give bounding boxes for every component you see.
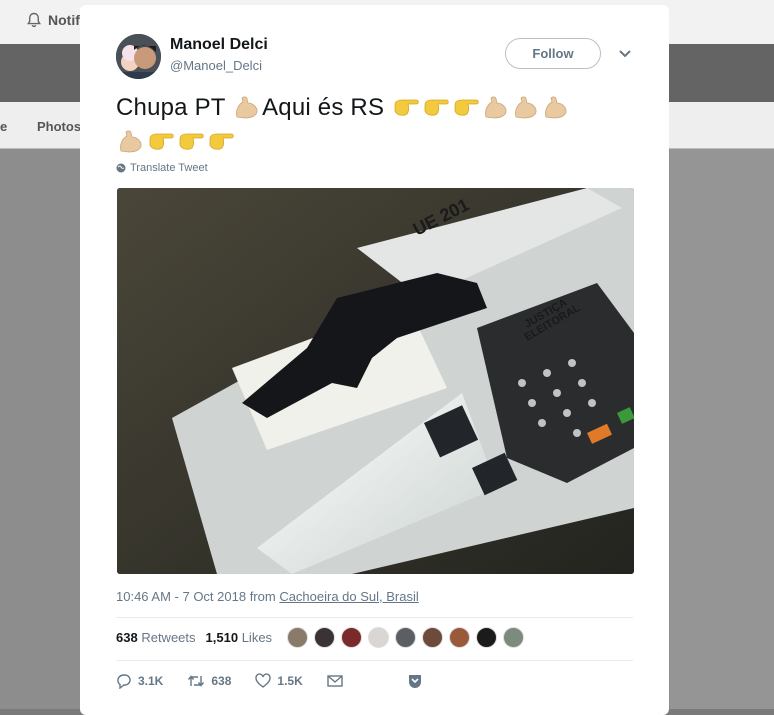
direct-message-button[interactable] bbox=[327, 674, 343, 688]
follow-button[interactable]: Follow bbox=[505, 38, 601, 69]
author-name[interactable]: Manoel Delci bbox=[170, 36, 268, 54]
tweet-actions: 3.1K 638 1.5K bbox=[116, 673, 447, 689]
flexed-biceps-icon bbox=[236, 96, 258, 119]
reply-count: 3.1K bbox=[138, 674, 164, 688]
bell-icon bbox=[27, 12, 41, 28]
flexed-biceps-icon bbox=[120, 130, 142, 153]
divider bbox=[116, 660, 633, 661]
reply-icon bbox=[117, 674, 131, 689]
notifications-nav[interactable]: Notifi bbox=[26, 12, 84, 28]
pointing-right-icon bbox=[179, 133, 204, 150]
pointing-right-icon bbox=[149, 133, 174, 150]
liker-avatar[interactable] bbox=[395, 627, 416, 648]
liker-avatar[interactable] bbox=[368, 627, 389, 648]
chevron-down-icon[interactable] bbox=[618, 49, 632, 59]
pointing-right-icon bbox=[209, 133, 234, 150]
flexed-biceps-icon bbox=[515, 96, 537, 119]
retweets-count: 638 bbox=[116, 630, 138, 645]
tweet-timestamp: 10:46 AM - 7 Oct 2018 from Cachoeira do … bbox=[116, 589, 419, 604]
liker-avatar[interactable] bbox=[341, 627, 362, 648]
liker-avatar[interactable] bbox=[449, 627, 470, 648]
liker-avatar[interactable] bbox=[314, 627, 335, 648]
tweet-text-part1: Chupa PT bbox=[116, 94, 233, 121]
notifications-label: Notifi bbox=[48, 12, 84, 28]
globe-icon bbox=[116, 163, 126, 173]
location-link[interactable]: Cachoeira do Sul, Brasil bbox=[279, 589, 418, 604]
translate-label: Translate Tweet bbox=[130, 162, 208, 174]
retweet-button[interactable]: 638 bbox=[187, 673, 231, 689]
divider bbox=[116, 617, 633, 618]
bookmark-shield-icon bbox=[408, 675, 421, 688]
timestamp-text: 10:46 AM - 7 Oct 2018 from bbox=[116, 589, 280, 604]
pointing-right-icon bbox=[454, 99, 479, 116]
likers-avatars bbox=[287, 627, 524, 648]
envelope-icon bbox=[327, 675, 343, 687]
pointing-right-icon bbox=[424, 99, 449, 116]
retweets-stat[interactable]: 638 Retweets bbox=[116, 630, 196, 645]
tweet-stats: 638 Retweets 1,510 Likes bbox=[116, 630, 272, 645]
retweet-icon bbox=[188, 675, 205, 687]
tab-partial[interactable]: e bbox=[0, 119, 7, 134]
tweet-text: Chupa PT Aqui és RS bbox=[116, 91, 636, 159]
tab-photos[interactable]: Photos bbox=[37, 119, 81, 134]
flexed-biceps-icon bbox=[545, 96, 567, 119]
retweets-label: Retweets bbox=[141, 630, 196, 645]
pointing-right-icon bbox=[394, 99, 419, 116]
tweet-text-part2: Aqui és RS bbox=[262, 94, 392, 121]
reply-button[interactable]: 3.1K bbox=[116, 673, 163, 689]
likes-stat[interactable]: 1,510 Likes bbox=[206, 630, 273, 645]
avatar[interactable] bbox=[116, 34, 161, 79]
liker-avatar[interactable] bbox=[422, 627, 443, 648]
author-handle[interactable]: @Manoel_Delci bbox=[170, 58, 262, 73]
retweet-count: 638 bbox=[211, 674, 232, 688]
liker-avatar[interactable] bbox=[476, 627, 497, 648]
save-button[interactable] bbox=[407, 673, 423, 689]
likes-count: 1,510 bbox=[205, 630, 239, 645]
heart-icon bbox=[255, 673, 272, 688]
flexed-biceps-icon bbox=[485, 96, 507, 119]
background-right-column bbox=[670, 149, 774, 709]
likes-label: Likes bbox=[241, 630, 273, 645]
translate-tweet-link[interactable]: Translate Tweet bbox=[116, 162, 208, 174]
like-button[interactable]: 1.5K bbox=[255, 673, 303, 689]
liker-avatar[interactable] bbox=[287, 627, 308, 648]
liker-avatar[interactable] bbox=[503, 627, 524, 648]
tweet-media-image[interactable]: UE 201 JUSTIÇA ELEITORAL bbox=[117, 188, 634, 574]
tweet-modal: Manoel Delci @Manoel_Delci Follow Chupa … bbox=[80, 5, 669, 715]
like-count: 1.5K bbox=[277, 674, 303, 688]
